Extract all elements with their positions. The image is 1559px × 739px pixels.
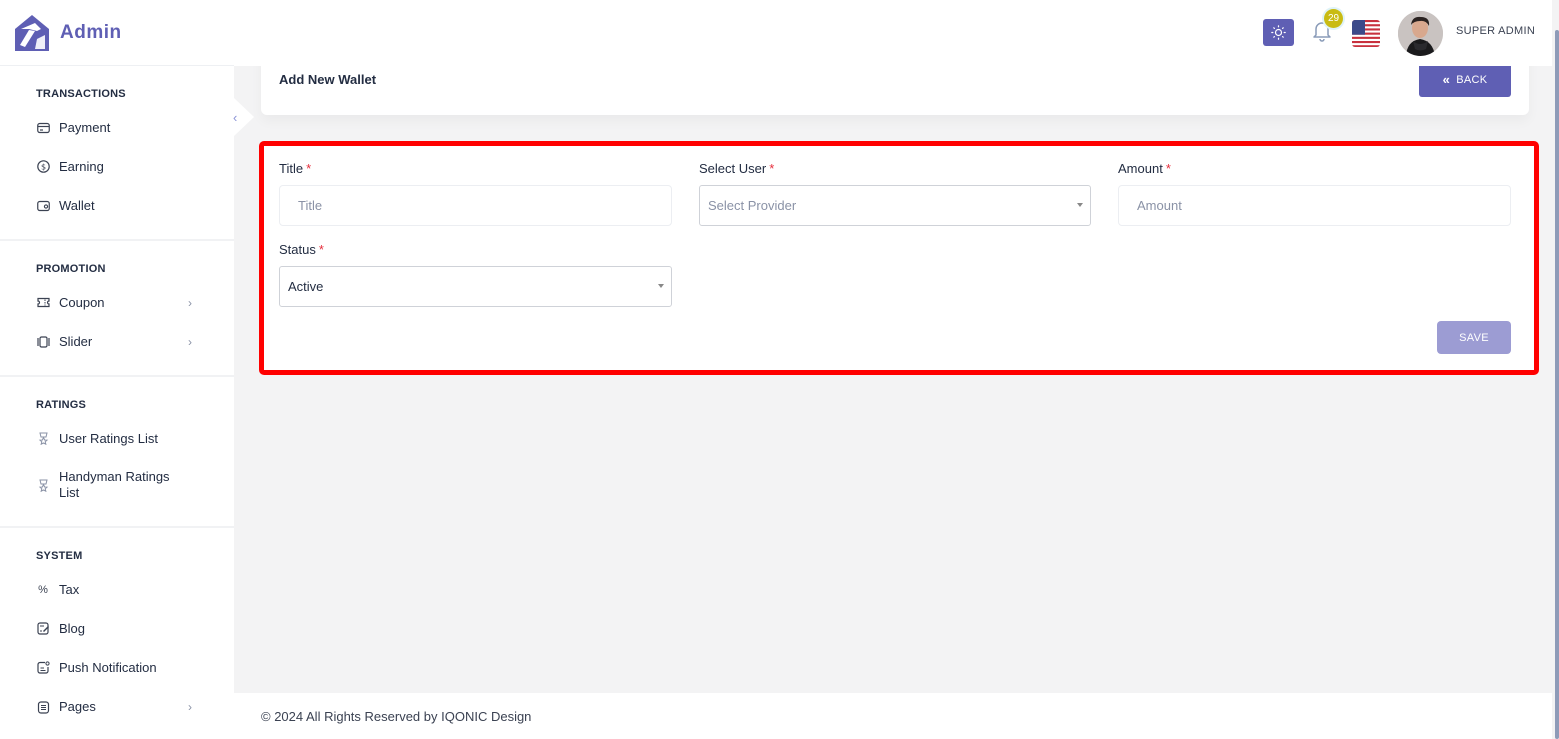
- required-mark: *: [306, 161, 312, 176]
- scrollbar-thumb[interactable]: [1555, 30, 1559, 739]
- sidebar-item-label: Wallet: [59, 197, 95, 213]
- sidebar-item-label: Push Notification: [59, 659, 157, 675]
- medal-star-icon: [36, 478, 50, 492]
- select-user-placeholder: Select Provider: [708, 198, 797, 213]
- ticket-icon: [36, 296, 50, 310]
- chevron-right-icon: ›: [188, 334, 192, 349]
- sidebar-item-label: Tax: [59, 581, 80, 597]
- logo-icon[interactable]: [15, 14, 49, 51]
- topbar: 29 SUPER ADMIN: [234, 0, 1552, 66]
- slider-icon: [36, 335, 50, 349]
- edit-note-icon: [36, 622, 50, 636]
- chevron-right-icon: ›: [188, 700, 192, 714]
- sidebar-collapse-toggle[interactable]: ‹: [224, 98, 258, 136]
- nav-section-transactions: TRANSACTIONS Payment $ Earning Wallet: [0, 66, 234, 241]
- sidebar-item-push-notification[interactable]: Push Notification: [0, 648, 234, 687]
- percent-icon: %: [38, 583, 48, 596]
- title-label: Title *: [279, 161, 311, 176]
- sidebar-item-user-ratings-list[interactable]: User Ratings List: [0, 419, 234, 458]
- sidebar-item-pages[interactable]: Pages ›: [0, 687, 234, 727]
- status-selected-value: Active: [288, 279, 324, 294]
- user-avatar[interactable]: [1398, 11, 1443, 56]
- copyright-text: © 2024 All Rights Reserved by IQONIC Des…: [261, 709, 532, 724]
- sidebar-item-wallet[interactable]: Wallet: [0, 186, 234, 225]
- double-chevron-left-icon: «: [1442, 72, 1451, 87]
- dollar-circle-icon: $: [36, 160, 50, 174]
- required-mark: *: [318, 242, 324, 257]
- credit-card-icon: [36, 121, 50, 135]
- chevron-left-icon: ‹: [233, 109, 238, 125]
- sidebar-item-tax[interactable]: % Tax: [0, 570, 234, 609]
- amount-label-text: Amount: [1118, 161, 1163, 176]
- medal-star-icon: [36, 432, 50, 446]
- nav-heading: TRANSACTIONS: [36, 88, 126, 100]
- dropdown-caret-icon: [1077, 203, 1083, 207]
- sidebar-item-label: Coupon: [59, 294, 105, 310]
- required-mark: *: [769, 161, 775, 176]
- user-name[interactable]: SUPER ADMIN: [1456, 25, 1535, 37]
- select-user-label: Select User *: [699, 161, 774, 176]
- sun-icon: [1271, 25, 1286, 40]
- sidebar: Admin TRANSACTIONS Payment $ Earning Wal…: [0, 0, 234, 739]
- sidebar-item-payment[interactable]: Payment: [0, 108, 234, 147]
- page-title: Add New Wallet: [279, 72, 377, 87]
- back-button-label: BACK: [1456, 73, 1488, 86]
- sidebar-item-coupon[interactable]: Coupon ›: [0, 283, 234, 322]
- language-selector[interactable]: [1352, 20, 1380, 47]
- amount-label: Amount *: [1118, 161, 1171, 176]
- title-input[interactable]: [279, 185, 672, 226]
- sidebar-header: Admin: [0, 0, 234, 66]
- sidebar-item-handyman-ratings-list[interactable]: Handyman Ratings List: [0, 458, 234, 512]
- wallet-icon: [36, 199, 50, 213]
- chevron-right-icon: ›: [188, 295, 192, 310]
- nav-heading: RATINGS: [36, 399, 87, 411]
- pages-icon: [36, 700, 50, 714]
- sidebar-item-label: Handyman Ratings List: [59, 469, 170, 500]
- sidebar-item-slider[interactable]: Slider ›: [0, 322, 234, 361]
- sidebar-item-label: User Ratings List: [59, 430, 158, 446]
- status-label: Status *: [279, 242, 324, 257]
- select-user-label-text: Select User: [699, 161, 767, 176]
- sidebar-item-label: Blog: [59, 620, 86, 636]
- required-mark: *: [1165, 161, 1171, 176]
- svg-text:$: $: [40, 163, 45, 172]
- notification-count-badge: 29: [1324, 9, 1343, 28]
- sidebar-item-label: Payment: [59, 119, 111, 135]
- sidebar-item-label: Pages: [59, 699, 96, 714]
- sidebar-item-label: Earning: [59, 158, 104, 174]
- notification-message-icon: [36, 661, 50, 675]
- sidebar-item-blog[interactable]: Blog: [0, 609, 234, 648]
- save-button[interactable]: SAVE: [1437, 321, 1511, 354]
- title-label-text: Title: [279, 161, 304, 176]
- nav-section-system: SYSTEM % Tax Blog Push Notification Page…: [0, 528, 234, 739]
- us-flag-icon: [1352, 20, 1380, 47]
- nav-section-ratings: RATINGS User Ratings List Handyman Ratin…: [0, 377, 234, 528]
- nav-heading: PROMOTION: [36, 263, 106, 275]
- nav-heading: SYSTEM: [36, 550, 83, 562]
- amount-input[interactable]: [1118, 185, 1511, 226]
- nav-section-promotion: PROMOTION Coupon › Slider ›: [0, 241, 234, 377]
- footer: © 2024 All Rights Reserved by IQONIC Des…: [234, 693, 1552, 739]
- select-user-dropdown[interactable]: Select Provider: [699, 185, 1091, 226]
- status-label-text: Status: [279, 242, 316, 257]
- back-button[interactable]: « BACK: [1419, 62, 1511, 97]
- sidebar-item-earning[interactable]: $ Earning: [0, 147, 234, 186]
- status-dropdown[interactable]: Active: [279, 266, 672, 307]
- add-wallet-form: Title* Select User* Select Provider Amou…: [259, 141, 1539, 375]
- dropdown-caret-icon: [658, 284, 664, 288]
- sidebar-item-label: Slider: [59, 333, 93, 349]
- avatar-image: [1398, 11, 1443, 56]
- theme-toggle-button[interactable]: [1263, 19, 1294, 46]
- app-name[interactable]: Admin: [60, 22, 122, 44]
